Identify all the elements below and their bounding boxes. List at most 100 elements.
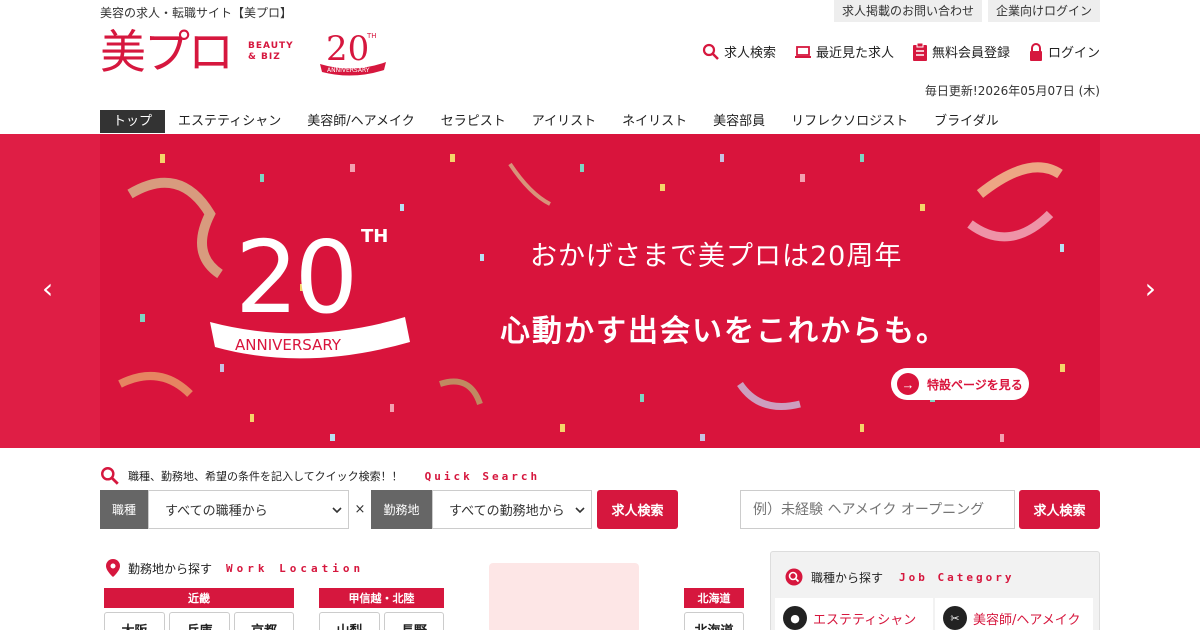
region-header: 北海道 bbox=[684, 588, 744, 608]
job-category-label: 美容師/ヘアメイク bbox=[973, 612, 1081, 628]
region-header: 甲信越・北陸 bbox=[319, 588, 444, 608]
main-nav: 求人検索 最近見た求人 無料会員登録 ログイン bbox=[702, 42, 1100, 61]
quick-search-button[interactable]: 求人検索 bbox=[597, 490, 678, 529]
nav-label: 最近見た求人 bbox=[815, 46, 894, 61]
pref-list: 山梨 長野 bbox=[319, 612, 444, 630]
anniversary-logo: 20 TH ANNIVERSARY bbox=[319, 29, 386, 76]
nav-label: 無料会員登録 bbox=[931, 46, 1010, 61]
times-separator: × bbox=[354, 502, 366, 517]
work-location-title-en: Work Location bbox=[226, 561, 365, 575]
job-type-select[interactable]: すべての職種から bbox=[148, 490, 349, 529]
chevron-down-icon bbox=[332, 506, 342, 513]
side-banner[interactable] bbox=[489, 563, 639, 630]
badge-ribbon-text: ANNIVERSARY bbox=[235, 336, 342, 354]
scissors-icon: ✂ bbox=[943, 606, 967, 630]
pref-yamanashi[interactable]: 山梨 bbox=[319, 612, 380, 630]
quick-search-form: 職種 すべての職種から × 勤務地 すべての勤務地から 求人検索 bbox=[100, 490, 678, 529]
job-category-title-en: Job Category bbox=[899, 570, 1015, 584]
job-type-label: 職種 bbox=[100, 490, 148, 529]
tab-bridal[interactable]: ブライダル bbox=[921, 110, 1011, 133]
quick-search-header: 職種、勤務地、希望の条件を記入してクイック検索！！ Quick Search bbox=[100, 466, 540, 486]
clipboard-icon bbox=[912, 42, 927, 61]
pref-osaka[interactable]: 大阪 bbox=[104, 612, 165, 630]
logo-20-th: TH bbox=[366, 32, 377, 40]
work-location-header: 勤務地から探す Work Location bbox=[106, 559, 364, 577]
nav-register[interactable]: 無料会員登録 bbox=[912, 42, 1010, 61]
job-category-hairdresser[interactable]: ✂ 美容師/ヘアメイク bbox=[935, 598, 1093, 630]
tab-eyelist[interactable]: アイリスト bbox=[519, 110, 609, 133]
carousel-prev-button[interactable]: ‹ bbox=[42, 272, 53, 305]
pref-kyoto[interactable]: 京都 bbox=[234, 612, 294, 630]
special-page-label: 特設ページを見る bbox=[927, 377, 1023, 392]
tab-reflexologist[interactable]: リフレクソロジスト bbox=[778, 110, 921, 133]
tab-esthetician[interactable]: エステティシャン bbox=[165, 110, 294, 133]
nav-job-search[interactable]: 求人検索 bbox=[702, 42, 776, 61]
top-links: 求人掲載のお問い合わせ 企業向けログイン bbox=[833, 0, 1100, 22]
pref-nagano[interactable]: 長野 bbox=[384, 612, 444, 630]
tab-beauty-staff[interactable]: 美容部員 bbox=[700, 110, 778, 133]
badge-20: 20 bbox=[235, 219, 354, 336]
update-date: 毎日更新!2026年05月07日 (木) bbox=[924, 84, 1100, 98]
corporate-login-link[interactable]: 企業向けログイン bbox=[987, 0, 1100, 22]
nav-login[interactable]: ログイン bbox=[1028, 42, 1100, 61]
job-type-value: すべての職種から bbox=[165, 504, 268, 519]
work-location-title: 勤務地から探す bbox=[128, 561, 213, 576]
anniversary-badge: 20 TH ANNIVERSARY bbox=[210, 219, 410, 359]
pref-list: 北海道 bbox=[684, 612, 744, 630]
contact-link[interactable]: 求人掲載のお問い合わせ bbox=[833, 0, 982, 22]
page: 美容の求人・転職サイト【美プロ】 求人掲載のお問い合わせ 企業向けログイン 美プ… bbox=[0, 0, 1200, 630]
pref-list: 大阪 兵庫 京都 bbox=[104, 612, 294, 630]
region-hokkaido: 北海道 北海道 bbox=[684, 588, 744, 630]
location-label: 勤務地 bbox=[371, 490, 432, 529]
quick-search-title: 職種、勤務地、希望の条件を記入してクイック検索！！ bbox=[128, 470, 403, 483]
logo-text: 美プロ bbox=[100, 25, 234, 79]
logo-anniversary-text: ANNIVERSARY bbox=[327, 67, 370, 74]
site-logo[interactable]: 美プロ BEAUTY & BIZ 20 TH ANNIVERSARY bbox=[100, 24, 388, 80]
logo-sub-1: BEAUTY bbox=[248, 41, 294, 51]
esthetician-icon: ● bbox=[783, 606, 807, 630]
keyword-search-input[interactable] bbox=[740, 490, 1015, 529]
lock-icon bbox=[1029, 42, 1042, 61]
pref-hyogo[interactable]: 兵庫 bbox=[169, 612, 230, 630]
job-category-panel: 職種から探す Job Category ● エステティシャン ✂ 美容師/ヘアメ… bbox=[770, 551, 1100, 630]
region-header: 近畿 bbox=[104, 588, 294, 608]
job-category-list: ● エステティシャン ✂ 美容師/ヘアメイク bbox=[775, 598, 1093, 630]
logo-subtitle: BEAUTY & BIZ bbox=[248, 41, 294, 63]
site-tagline: 美容の求人・転職サイト【美プロ】 bbox=[100, 6, 293, 20]
arrow-right-icon: → bbox=[897, 373, 919, 395]
chevron-down-icon bbox=[575, 506, 585, 513]
location-value: すべての勤務地から bbox=[449, 504, 565, 519]
search-icon bbox=[702, 43, 719, 60]
badge-th: TH bbox=[361, 226, 388, 247]
quick-search-title-en: Quick Search bbox=[424, 469, 541, 483]
logo-sub-2: & BIZ bbox=[248, 52, 281, 62]
map-pin-icon bbox=[106, 559, 120, 577]
hero-headline: おかげさまで美プロは20周年 bbox=[530, 241, 903, 272]
search-icon bbox=[785, 568, 803, 586]
job-category-label: エステティシャン bbox=[813, 612, 917, 628]
nav-label: ログイン bbox=[1047, 46, 1100, 61]
tab-nailist[interactable]: ネイリスト bbox=[609, 110, 700, 133]
logo-20-number: 20 bbox=[326, 29, 369, 69]
tab-top[interactable]: トップ bbox=[100, 110, 166, 133]
keyword-search-button[interactable]: 求人検索 bbox=[1019, 490, 1100, 529]
laptop-icon bbox=[794, 45, 811, 58]
nav-label: 求人検索 bbox=[723, 46, 776, 61]
search-icon bbox=[101, 467, 119, 485]
hero-carousel: 20 TH ANNIVERSARY おかげさまで美プロは20周年 心動かす出会い… bbox=[0, 134, 1200, 448]
pref-hokkaido[interactable]: 北海道 bbox=[684, 612, 744, 630]
tab-therapist[interactable]: セラピスト bbox=[428, 110, 519, 133]
job-category-title: 職種から探す bbox=[811, 570, 884, 585]
hero-subheadline: 心動かす出会いをこれからも。 bbox=[500, 314, 948, 349]
special-page-button[interactable]: → 特設ページを見る bbox=[891, 368, 1029, 400]
region-koshinetsu-hokuriku: 甲信越・北陸 山梨 長野 bbox=[319, 588, 444, 630]
nav-recently-viewed[interactable]: 最近見た求人 bbox=[794, 42, 894, 61]
job-category-esthetician[interactable]: ● エステティシャン bbox=[775, 598, 933, 630]
region-kinki: 近畿 大阪 兵庫 京都 bbox=[104, 588, 294, 630]
location-select[interactable]: すべての勤務地から bbox=[432, 490, 592, 529]
carousel-next-button[interactable]: › bbox=[1145, 272, 1156, 305]
tab-hairdresser[interactable]: 美容師/ヘアメイク bbox=[294, 110, 427, 133]
category-tabs: トップ エステティシャン 美容師/ヘアメイク セラピスト アイリスト ネイリスト… bbox=[100, 110, 1012, 133]
job-category-header: 職種から探す Job Category bbox=[785, 568, 1015, 586]
hero-slide[interactable]: 20 TH ANNIVERSARY おかげさまで美プロは20周年 心動かす出会い… bbox=[100, 134, 1100, 448]
